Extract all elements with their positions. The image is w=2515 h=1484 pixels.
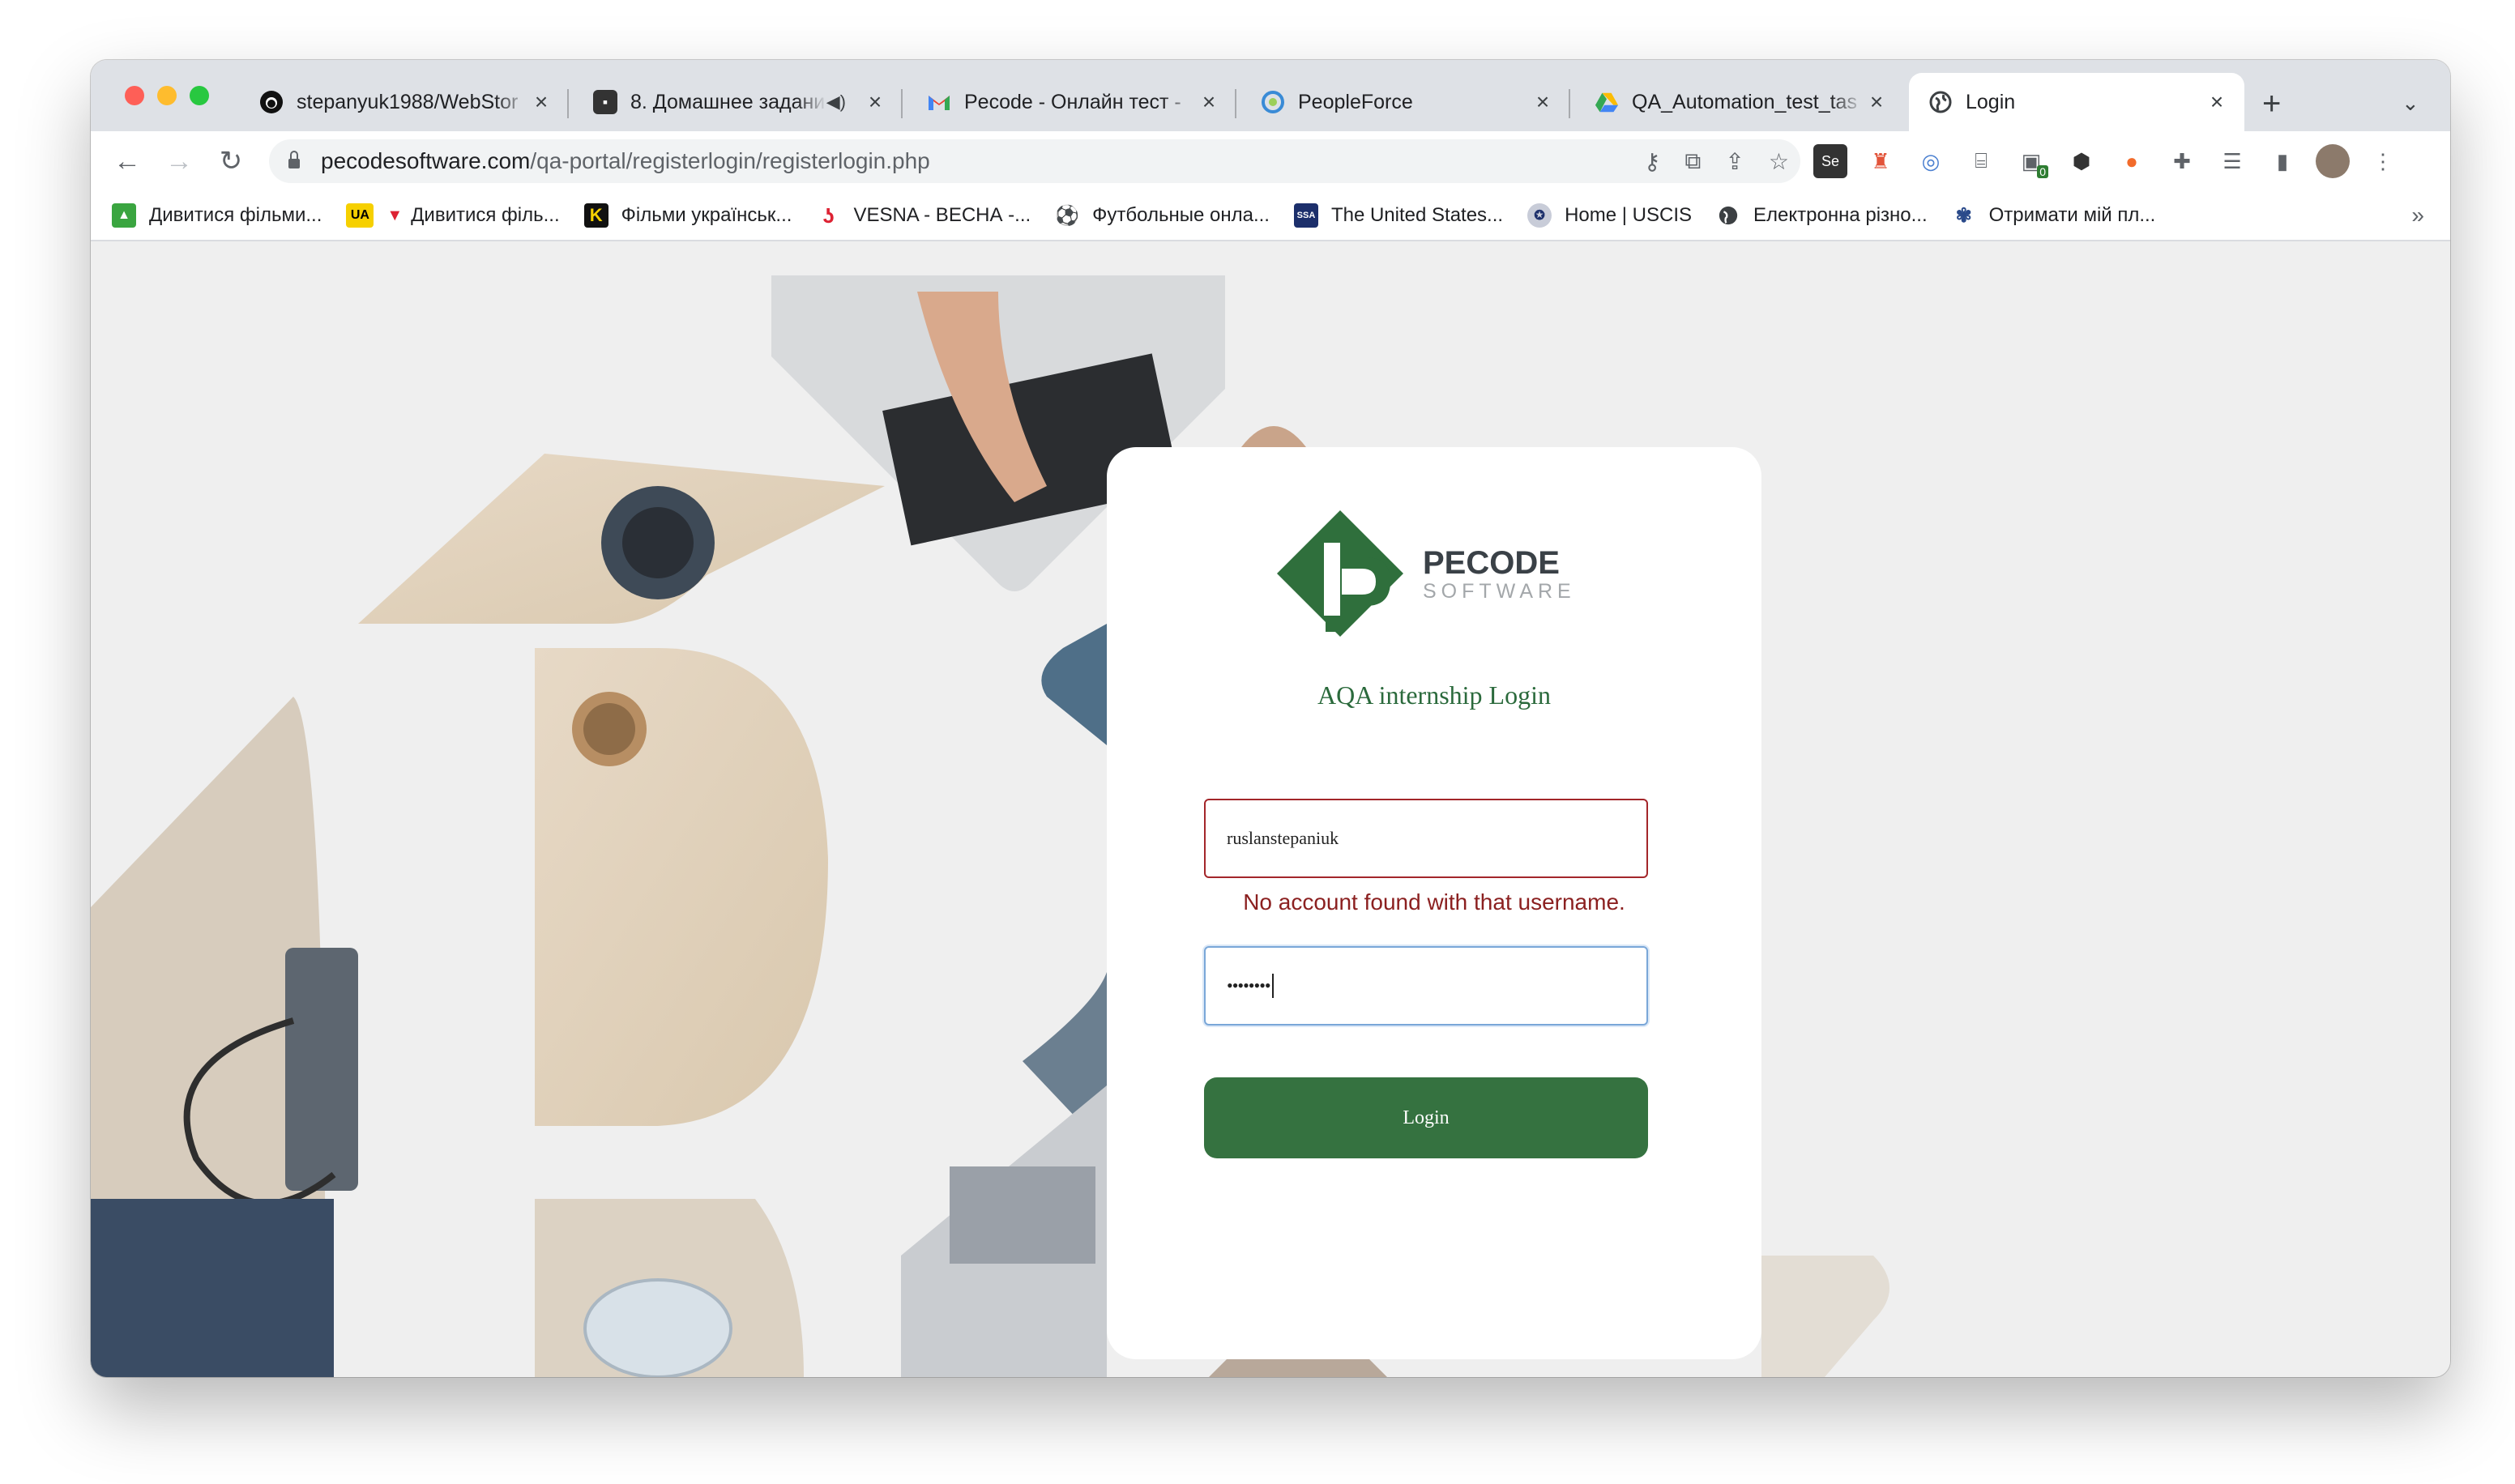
minimize-window-button[interactable]: [157, 86, 177, 105]
bookmark-item[interactable]: ✪ Home | USCIS: [1527, 203, 1692, 228]
google-drive-icon: [1595, 90, 1619, 114]
close-tab-icon[interactable]: ×: [1531, 89, 1554, 114]
bookmark-item[interactable]: ʖ VESNA - ВЕСНА -...: [816, 203, 1031, 228]
tab-github[interactable]: stepanyuk1988/WebStor ×: [240, 73, 569, 131]
selenium-ide-icon[interactable]: Se: [1813, 144, 1847, 178]
badge-extension-icon[interactable]: ▣ 0: [2014, 144, 2048, 178]
tab-peopleforce[interactable]: PeopleForce ×: [1241, 73, 1570, 131]
username-value: ruslanstepaniuk: [1227, 828, 1339, 848]
avatar[interactable]: [2316, 144, 2350, 178]
page-viewport: PECODE SOFTWARE AQA internship Login rus…: [91, 243, 2450, 1377]
bookmark-item[interactable]: UA ▼ Дивитися філь...: [346, 203, 560, 228]
video-icon: ▪: [593, 90, 617, 114]
close-tab-icon[interactable]: ×: [864, 89, 886, 114]
pecode-logo: PECODE SOFTWARE: [1277, 510, 1576, 637]
peopleforce-icon: [1261, 90, 1285, 114]
speaker-icon[interactable]: ◀): [826, 92, 846, 113]
close-window-button[interactable]: [125, 86, 144, 105]
extensions-bar: Se ♜ ◎ ⌸ ▣ 0 ⬢ ● ✚ ☰ ▮ ⋮: [1813, 141, 2400, 181]
username-input[interactable]: ruslanstepaniuk: [1204, 799, 1648, 878]
compass-extension-icon[interactable]: ◎: [1914, 144, 1948, 178]
devtools-extension-icon[interactable]: ⌸: [1964, 144, 1998, 178]
login-title: AQA internship Login: [1317, 680, 1551, 710]
ua-popcorn-icon: UA: [346, 203, 374, 228]
lock-icon[interactable]: [288, 151, 300, 168]
tab-homework[interactable]: ▪ 8. Домашнее задани ◀) ×: [574, 73, 903, 131]
bookmarks-bar: ▲ Дивитися фільми... UA ▼ Дивитися філь... …: [91, 191, 2450, 241]
tab-title: Pecode - Онлайн тест -: [964, 90, 1181, 113]
zoom-window-button[interactable]: [190, 86, 209, 105]
tab-title: stepanyuk1988/WebStor: [297, 90, 519, 113]
menu-kebab-icon[interactable]: ⋮: [2366, 144, 2400, 178]
ssa-icon: SSA: [1293, 203, 1318, 228]
lighthouse-icon[interactable]: ♜: [1864, 144, 1898, 178]
share-icon[interactable]: ⇪: [1725, 148, 1744, 175]
text-caret: [1271, 974, 1274, 998]
key-icon[interactable]: ⚷: [1644, 148, 1661, 175]
browser-toolbar: ← → ↻ pecodesoftware.com/qa-portal/regis…: [91, 131, 2450, 191]
tab-login[interactable]: Login ×: [1909, 73, 2244, 131]
tab-search-chevron-icon[interactable]: ⌄: [2402, 91, 2419, 116]
tab-title: PeopleForce: [1298, 90, 1413, 113]
close-tab-icon[interactable]: ×: [1865, 89, 1888, 114]
reading-list-icon[interactable]: ☰: [2215, 144, 2249, 178]
more-bookmarks-button[interactable]: »: [2411, 203, 2424, 228]
password-value: ••••••••: [1227, 975, 1271, 996]
uscis-icon: ✪: [1527, 203, 1552, 228]
cube-extension-icon[interactable]: ⬢: [2065, 144, 2099, 178]
bookmark-item[interactable]: ▲ Дивитися фільми...: [112, 203, 322, 228]
translate-icon[interactable]: ⧉: [1684, 148, 1701, 175]
username-error-message: No account found with that username.: [1243, 889, 1625, 915]
login-card: PECODE SOFTWARE AQA internship Login rus…: [1107, 447, 1761, 1359]
logo-main-text: PECODE: [1423, 545, 1560, 581]
bookmark-star-icon[interactable]: ☆: [1769, 148, 1789, 175]
github-icon: [259, 90, 284, 114]
tab-strip: stepanyuk1988/WebStor × ▪ 8. Домашнее за…: [91, 60, 2450, 131]
tab-title: QA_Automation_test_tas: [1632, 90, 1857, 113]
puzzle-extensions-icon[interactable]: ✚: [2165, 144, 2199, 178]
password-input[interactable]: ••••••••: [1204, 946, 1648, 1026]
tab-title: 8. Домашнее задани: [630, 90, 826, 113]
new-tab-button[interactable]: +: [2262, 87, 2281, 120]
irs-icon: ✾: [1955, 204, 1972, 227]
gmail-icon: [927, 90, 951, 114]
k-icon: K: [583, 203, 608, 228]
bookmark-item[interactable]: Електронна різно...: [1716, 203, 1928, 228]
orange-extension-icon[interactable]: ●: [2115, 144, 2149, 178]
bookmark-item[interactable]: SSA The United States...: [1293, 203, 1503, 228]
close-tab-icon[interactable]: ×: [1198, 89, 1220, 114]
vesna-icon: ʖ: [822, 203, 835, 228]
login-button[interactable]: Login: [1204, 1077, 1648, 1158]
reload-button[interactable]: ↻: [211, 141, 251, 181]
bookmark-item[interactable]: ✾ Отримати мій пл...: [1952, 203, 2156, 228]
url-text[interactable]: pecodesoftware.com/qa-portal/registerlog…: [321, 148, 930, 174]
back-button[interactable]: ←: [107, 141, 147, 181]
browser-window: stepanyuk1988/WebStor × ▪ 8. Домашнее за…: [91, 60, 2450, 1377]
tab-gmail[interactable]: Pecode - Онлайн тест - ×: [907, 73, 1236, 131]
tab-title: Login: [1966, 90, 2016, 113]
close-tab-icon[interactable]: ×: [2205, 89, 2228, 114]
bookmark-item[interactable]: K Фільми українськ...: [583, 203, 792, 228]
globe-icon: [1716, 203, 1740, 228]
tab-google-drive[interactable]: QA_Automation_test_tas ×: [1575, 73, 1904, 131]
bookmark-item[interactable]: ⚽ Футбольные онла...: [1055, 203, 1270, 228]
forward-button[interactable]: →: [159, 141, 199, 181]
close-tab-icon[interactable]: ×: [530, 89, 553, 114]
thumb-up-icon: ▲: [112, 203, 136, 228]
side-panel-icon[interactable]: ▮: [2265, 144, 2299, 178]
address-bar[interactable]: pecodesoftware.com/qa-portal/registerlog…: [269, 139, 1800, 183]
logo-sub-text: SOFTWARE: [1423, 580, 1576, 603]
football-icon: ⚽: [1055, 204, 1080, 227]
globe-icon: [1928, 90, 1953, 114]
